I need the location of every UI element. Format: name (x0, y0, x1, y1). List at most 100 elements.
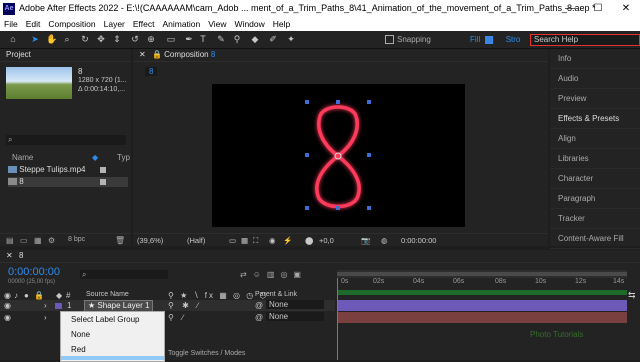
label-switch-icon[interactable]: ◆ (56, 291, 62, 300)
preview-panel-tab[interactable]: Preview (550, 89, 640, 109)
layer-number-header-icon[interactable]: # (66, 291, 70, 300)
fast-preview-icon[interactable]: ⚡ (283, 236, 292, 245)
graph-editor-icon[interactable]: ▣ (293, 270, 307, 279)
pen-tool-icon[interactable]: ✒ (184, 34, 194, 44)
snapshot-icon[interactable]: 📷 (361, 236, 370, 245)
source-name-header[interactable]: Source Name (86, 291, 129, 298)
new-composition-icon[interactable]: ▦ (34, 236, 42, 245)
shy-layers-icon[interactable]: ☺ (253, 270, 267, 279)
layer-row[interactable]: ◉ › ⚲ ∕ @ None (0, 312, 335, 323)
comp-button-icon[interactable]: ⇆ (628, 290, 636, 301)
clone-stamp-tool-icon[interactable]: ⚲ (232, 34, 242, 44)
new-folder-icon[interactable]: ▭ (20, 236, 28, 245)
menu-composition[interactable]: Composition (44, 18, 99, 31)
pickwhip-icon[interactable]: @ (255, 313, 263, 322)
menu-layer[interactable]: Layer (100, 18, 129, 31)
timeline-tab[interactable]: 8 (19, 251, 23, 260)
resolution-select[interactable]: (Half) (187, 236, 205, 245)
snapping-checkbox[interactable] (385, 35, 394, 44)
project-search-input[interactable]: ⌕ (6, 135, 126, 145)
expand-arrow-icon[interactable]: › (44, 301, 47, 310)
libraries-panel-tab[interactable]: Libraries (550, 149, 640, 169)
stroke-label[interactable]: Stro (506, 35, 521, 44)
lock-icon[interactable]: 🔒 (152, 50, 162, 59)
menu-item-select-label-group[interactable]: Select Label Group (61, 312, 164, 327)
audio-panel-tab[interactable]: Audio (550, 69, 640, 89)
menu-item-yellow[interactable] (61, 356, 164, 360)
composition-mini-flowchart-icon[interactable]: ⇄ (240, 270, 253, 279)
lock-switch-icon[interactable]: 🔒 (34, 291, 44, 300)
brush-tool-icon[interactable]: ✎ (216, 34, 226, 44)
home-icon[interactable]: ⌂ (8, 34, 18, 44)
project-item-row[interactable]: 8 (8, 177, 128, 187)
composition-tab[interactable]: Composition (164, 50, 208, 59)
layer-duration-bar[interactable] (337, 300, 627, 311)
bit-depth-label[interactable]: 8 bpc (68, 236, 85, 243)
menu-help[interactable]: Help (269, 18, 294, 31)
fill-label[interactable]: Fill (470, 35, 480, 44)
close-tab-icon[interactable]: ✕ (6, 251, 13, 260)
composition-tab-name[interactable]: 8 (211, 50, 215, 59)
eye-icon[interactable]: ◉ (4, 301, 11, 310)
minimize-button[interactable]: — (556, 0, 584, 18)
menu-item-none[interactable]: None (61, 327, 164, 342)
timeline-timecode[interactable]: 0:00:00:00 (8, 266, 60, 278)
close-tab-icon[interactable]: ✕ (139, 50, 146, 59)
anchor-tool-icon[interactable]: ⊕ (146, 34, 156, 44)
guides-icon[interactable]: ⛶ (253, 236, 258, 246)
rectangle-tool-icon[interactable]: ▭ (166, 34, 176, 44)
orbit-camera-icon[interactable]: ↻ (80, 34, 90, 44)
transparency-grid-icon[interactable]: ▦ (241, 236, 248, 245)
layer-duration-bar[interactable] (337, 312, 627, 323)
effects-presets-panel-tab[interactable]: Effects & Presets (550, 109, 640, 129)
glyph-eight-shape[interactable] (212, 84, 465, 227)
menu-view[interactable]: View (204, 18, 230, 31)
playhead[interactable] (337, 278, 338, 360)
fill-swatch[interactable] (485, 35, 494, 44)
region-of-interest-icon[interactable]: ▭ (229, 236, 236, 245)
layer-switches[interactable]: ⚲ ✱ ∕ (168, 301, 201, 310)
video-switch-icon[interactable]: ◉ (4, 291, 11, 300)
color-management-icon[interactable]: ⬤ (305, 236, 313, 245)
layer-switches[interactable]: ⚲ ∕ (168, 313, 186, 322)
audio-switch-icon[interactable]: ♪ (14, 291, 18, 300)
parent-select[interactable]: None (266, 300, 324, 309)
character-panel-tab[interactable]: Character (550, 169, 640, 189)
show-snapshot-icon[interactable]: ◍ (381, 236, 388, 245)
solo-switch-icon[interactable]: ● (24, 291, 29, 300)
camera-view-icon[interactable]: ◉ (269, 236, 276, 245)
pan-camera-icon[interactable]: ✥ (96, 34, 106, 44)
time-navigator[interactable] (337, 270, 627, 278)
time-ruler[interactable]: 0s 02s 04s 06s 08s 10s 12s 14s (337, 278, 627, 290)
eraser-tool-icon[interactable]: ◆ (250, 34, 260, 44)
flowchart-icon[interactable]: ⚙ (48, 236, 55, 245)
motion-blur-icon[interactable]: ◎ (280, 270, 293, 279)
interpret-footage-icon[interactable]: ▤ (6, 236, 14, 245)
eye-icon[interactable]: ◉ (4, 313, 11, 322)
zoom-level[interactable]: (39,6%) (137, 236, 163, 245)
composition-timecode[interactable]: 0:00:00:00 (401, 236, 436, 245)
composition-breadcrumb[interactable]: 8 (145, 67, 158, 76)
composition-viewer[interactable] (212, 84, 465, 227)
timeline-search-input[interactable]: ⌕ (80, 270, 168, 279)
rotation-tool-icon[interactable]: ↺ (130, 34, 140, 44)
project-item-row[interactable]: Steppe Tulips.mp4 (8, 165, 128, 175)
paragraph-panel-tab[interactable]: Paragraph (550, 189, 640, 209)
puppet-tool-icon[interactable]: ✦ (286, 34, 296, 44)
menu-item-red[interactable]: Red (61, 342, 164, 357)
hand-tool-icon[interactable]: ✋ (46, 34, 57, 44)
work-area-bar[interactable] (337, 290, 627, 295)
project-tab[interactable]: Project (0, 49, 131, 62)
zoom-tool-icon[interactable]: ⌕ (62, 34, 72, 44)
pickwhip-icon[interactable]: @ (255, 301, 263, 310)
parent-link-header[interactable]: Parent & Link (255, 291, 297, 298)
toggle-switches-modes-button[interactable]: Toggle Switches / Modes (168, 350, 245, 357)
maximize-button[interactable]: ☐ (584, 0, 612, 18)
menu-file[interactable]: File (0, 18, 22, 31)
expand-arrow-icon[interactable]: › (44, 313, 47, 322)
layer-row[interactable]: ◉ › 1 ★ Shape Layer 1 ⚲ ✱ ∕ @ None (0, 300, 335, 312)
search-help-input[interactable]: Search Help (530, 34, 640, 46)
roto-brush-tool-icon[interactable]: ✐ (268, 34, 278, 44)
dolly-camera-icon[interactable]: ⇕ (112, 34, 122, 44)
label-col-icon[interactable]: ◆ (92, 153, 98, 162)
